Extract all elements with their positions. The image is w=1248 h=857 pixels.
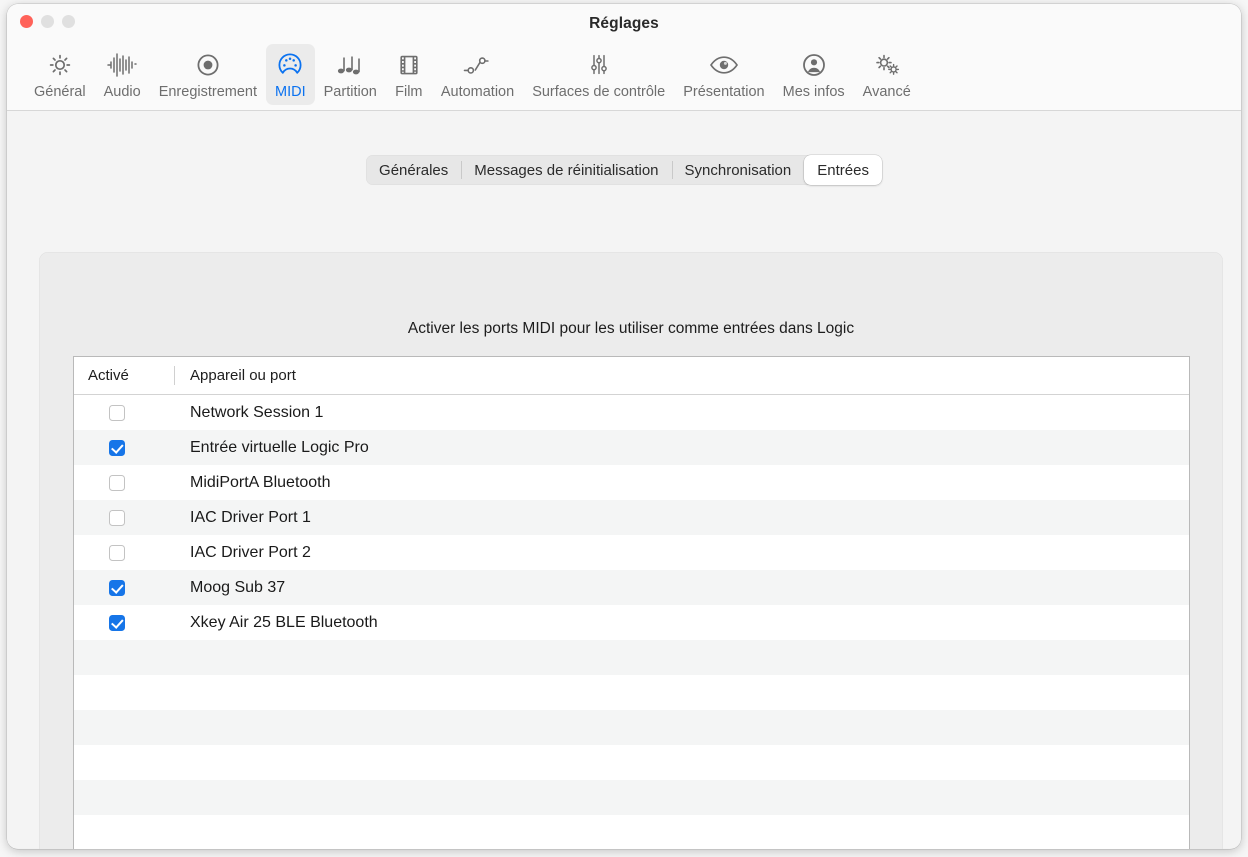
enable-checkbox[interactable]: [109, 544, 125, 561]
toolbar-item-control-surfaces[interactable]: Surfaces de contrôle: [523, 44, 674, 105]
panel-hint-text: Activer les ports MIDI pour les utiliser…: [407, 320, 855, 337]
toolbar-item-movie[interactable]: Film: [386, 44, 432, 105]
enable-checkbox[interactable]: [109, 439, 125, 456]
toolbar-item-label: Surfaces de contrôle: [532, 84, 666, 100]
table-cell-device-name: Moog Sub 37: [190, 578, 286, 596]
table-header-row: Activé Appareil ou port: [74, 357, 1189, 395]
settings-window: Réglages Général Audio Enregistrement MI…: [7, 4, 1241, 849]
column-header-device[interactable]: Appareil ou port: [174, 357, 1189, 394]
table-cell-device-name: MidiPortA Bluetooth: [190, 473, 331, 491]
table-row[interactable]: Network Session 1: [74, 395, 1189, 430]
toolbar-item-automation[interactable]: Automation: [432, 44, 523, 105]
table-row-empty: [74, 640, 1189, 675]
screen: Réglages Général Audio Enregistrement MI…: [0, 0, 1248, 857]
sliders-icon: [585, 50, 613, 80]
music-notes-icon: [334, 50, 366, 80]
waveform-icon: [106, 50, 138, 80]
automation-nodes-icon: [461, 50, 495, 80]
eye-icon: [708, 50, 740, 80]
enable-checkbox[interactable]: [109, 509, 125, 526]
table-cell-enabled[interactable]: [74, 439, 174, 456]
toolbar-item-midi[interactable]: MIDI: [266, 44, 315, 105]
table-row[interactable]: MidiPortA Bluetooth: [74, 465, 1189, 500]
double-gear-icon: [871, 50, 903, 80]
table-row[interactable]: IAC Driver Port 2: [74, 535, 1189, 570]
person-circle-icon: [800, 50, 828, 80]
film-strip-icon: [395, 50, 423, 80]
toolbar-item-display[interactable]: Présentation: [674, 44, 773, 105]
midi-inputs-panel: Activer les ports MIDI pour les utiliser…: [39, 252, 1223, 849]
midi-ports-table: Activé Appareil ou port Network Session …: [73, 356, 1190, 849]
record-circle-icon: [194, 50, 222, 80]
toolbar-item-audio[interactable]: Audio: [95, 44, 150, 105]
toolbar-item-label: Général: [34, 84, 86, 100]
column-header-enabled[interactable]: Activé: [74, 357, 174, 394]
midi-din-connector-icon: [276, 50, 304, 80]
toolbar-item-recording[interactable]: Enregistrement: [150, 44, 266, 105]
toolbar-item-score[interactable]: Partition: [315, 44, 386, 105]
settings-toolbar: Général Audio Enregistrement MIDI Partit…: [7, 44, 1241, 110]
tab-label: Entrées: [817, 161, 869, 179]
toolbar-item-label: Présentation: [683, 84, 765, 100]
table-cell-device-name: IAC Driver Port 1: [190, 508, 311, 526]
table-row-empty: [74, 710, 1189, 745]
enable-checkbox[interactable]: [109, 404, 125, 421]
enable-checkbox[interactable]: [109, 614, 125, 631]
tab-synchronisation[interactable]: Synchronisation: [671, 155, 805, 185]
table-cell-enabled[interactable]: [74, 544, 174, 561]
table-row[interactable]: IAC Driver Port 1: [74, 500, 1189, 535]
tab-generales[interactable]: Générales: [366, 155, 461, 185]
toolbar-item-label: Enregistrement: [158, 84, 258, 100]
table-row-empty: [74, 780, 1189, 815]
table-cell-device-name: Network Session 1: [190, 403, 324, 421]
table-cell-enabled[interactable]: [74, 474, 174, 491]
toolbar-item-general[interactable]: Général: [25, 44, 95, 105]
midi-subtab-bar: Générales Messages de réinitialisation S…: [7, 155, 1241, 185]
table-cell-device-name: Entrée virtuelle Logic Pro: [190, 438, 369, 456]
enable-checkbox[interactable]: [109, 474, 125, 491]
enable-checkbox[interactable]: [109, 579, 125, 596]
table-cell-enabled[interactable]: [74, 509, 174, 526]
table-row[interactable]: Entrée virtuelle Logic Pro: [74, 430, 1189, 465]
window-body: Générales Messages de réinitialisation S…: [7, 111, 1241, 849]
table-row-empty: [74, 745, 1189, 780]
table-cell-device-name: Xkey Air 25 BLE Bluetooth: [190, 613, 378, 631]
toolbar-item-label: MIDI: [275, 84, 306, 100]
toolbar-item-advanced[interactable]: Avancé: [854, 44, 920, 105]
table-row[interactable]: Xkey Air 25 BLE Bluetooth: [74, 605, 1189, 640]
toolbar-item-label: Partition: [323, 84, 377, 100]
segmented-control: Générales Messages de réinitialisation S…: [366, 155, 882, 185]
tab-entrees[interactable]: Entrées: [804, 155, 882, 185]
tab-label: Messages de réinitialisation: [474, 161, 659, 179]
table-cell-enabled[interactable]: [74, 404, 174, 421]
gear-icon: [46, 50, 74, 80]
window-titlebar: Réglages Général Audio Enregistrement MI…: [7, 4, 1241, 111]
tab-messages-de-reinitialisation[interactable]: Messages de réinitialisation: [461, 155, 671, 185]
toolbar-item-label: Audio: [103, 84, 141, 100]
table-row-empty: [74, 675, 1189, 710]
toolbar-item-label: Film: [395, 84, 423, 100]
tab-label: Générales: [379, 161, 449, 179]
table-cell-enabled[interactable]: [74, 579, 174, 596]
table-row-empty: [74, 815, 1189, 849]
toolbar-item-label: Mes infos: [782, 84, 845, 100]
table-body: Network Session 1 Entrée virtuelle Logic …: [74, 395, 1189, 849]
toolbar-item-my-info[interactable]: Mes infos: [774, 44, 854, 105]
toolbar-item-label: Avancé: [862, 84, 911, 100]
window-title: Réglages: [589, 15, 659, 32]
toolbar-item-label: Automation: [440, 84, 515, 100]
tab-label: Synchronisation: [684, 161, 792, 179]
table-cell-device-name: IAC Driver Port 2: [190, 543, 311, 561]
table-cell-enabled[interactable]: [74, 614, 174, 631]
table-row[interactable]: Moog Sub 37: [74, 570, 1189, 605]
